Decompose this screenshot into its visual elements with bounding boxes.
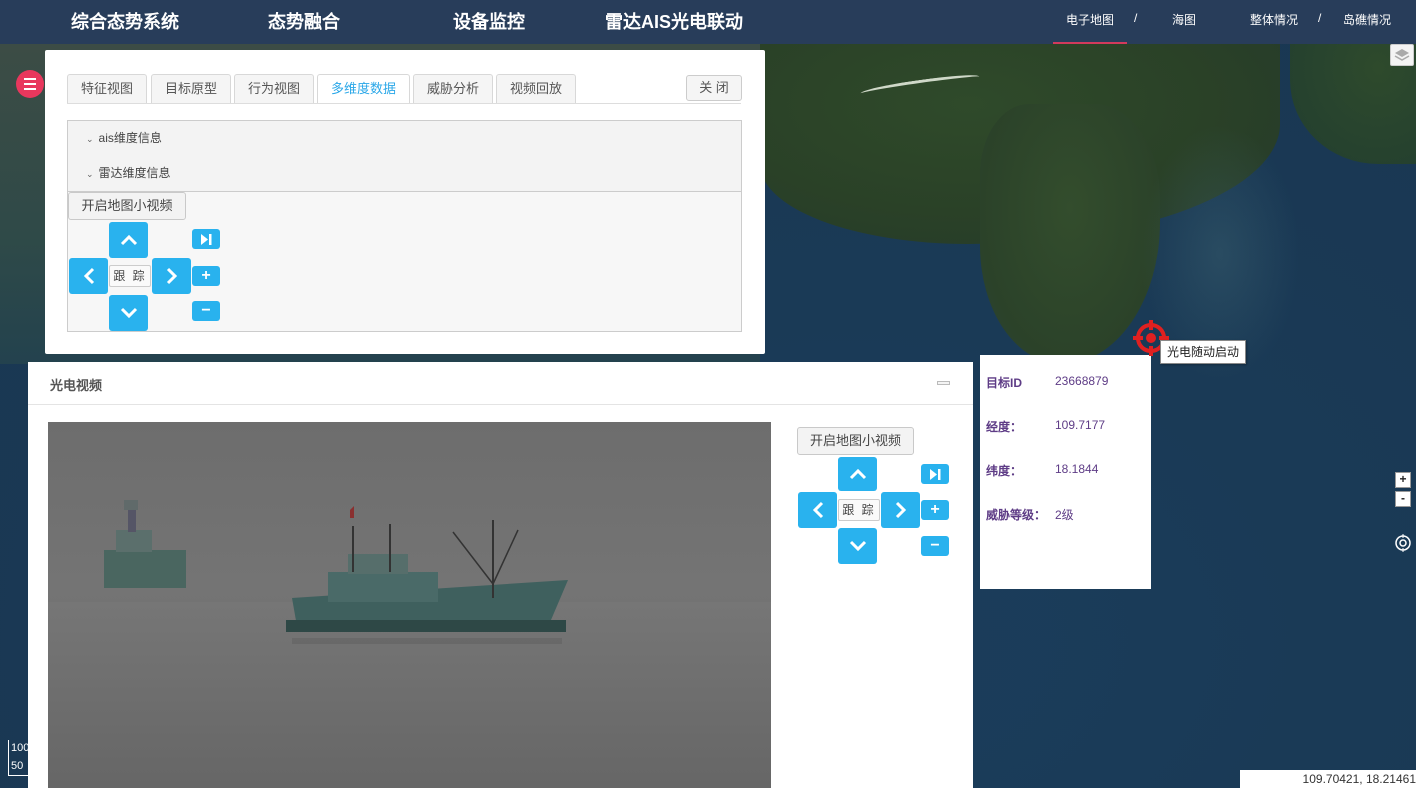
layers-icon[interactable] (1390, 44, 1414, 66)
fishing-boat (286, 506, 568, 632)
accordion-ais[interactable]: ⌄ ais维度信息 (68, 121, 741, 157)
target-tooltip: 光电随动启动 (1160, 340, 1247, 364)
dimension-accordion: ⌄ ais维度信息 ⌄ 雷达维度信息 开启地图小视频 跟 踪 + − (67, 120, 742, 332)
info-value: 18.1844 (1055, 462, 1099, 476)
step-forward-icon (930, 468, 941, 480)
detail-panel: 特征视图 目标原型 行为视图 多维度数据 威胁分析 视频回放 关 闭 ⌄ ais维… (45, 50, 765, 354)
arrow-up-icon (849, 468, 866, 480)
map-scale: 100 50 (8, 740, 30, 776)
target-info-card: 目标ID 23668879 经度： 109.7177 纬度： 18.1844 威… (980, 355, 1151, 589)
arrow-left-icon (83, 267, 94, 285)
arrow-right-icon (895, 501, 906, 519)
nav-item-fusion[interactable]: 态势融合 (268, 8, 340, 34)
map-link-electronic-map[interactable]: 电子地图 (1066, 11, 1114, 28)
tab-behavior-view[interactable]: 行为视图 (234, 74, 314, 104)
ptz-up-button[interactable] (109, 222, 148, 258)
arrow-up-icon (120, 234, 137, 246)
tab-divider (67, 103, 741, 104)
info-key: 目标ID (986, 376, 1023, 390)
track-button[interactable]: 跟 踪 (109, 265, 151, 287)
arrow-left-icon (812, 501, 823, 519)
scale-label-bottom: 50 (11, 760, 24, 772)
tab-multi-dimension[interactable]: 多维度数据 (317, 74, 410, 104)
ptz-up-button[interactable] (838, 457, 877, 491)
nav-item-radar-ais-linkage[interactable]: 雷达AIS光电联动 (605, 8, 743, 34)
open-map-small-video-button[interactable]: 开启地图小视频 (797, 427, 914, 455)
scale-label-top: 100 (11, 742, 30, 754)
info-key: 纬度： (986, 464, 1023, 478)
zoom-out-camera-button[interactable]: − (921, 536, 949, 556)
ptz-down-button[interactable] (109, 295, 148, 331)
accordion-ais-label: ais维度信息 (98, 131, 162, 145)
ptz-left-button[interactable] (69, 258, 108, 294)
video-panel-title: 光电视频 (50, 378, 103, 393)
electro-optical-video-panel: 光电视频 开启地图小视频 跟 踪 + − (28, 362, 973, 788)
arrow-right-icon (166, 267, 177, 285)
info-value: 2级 (1055, 508, 1074, 522)
accordion-radar[interactable]: ⌄ 雷达维度信息 (68, 156, 741, 192)
zoom-out-camera-button[interactable]: − (192, 301, 220, 321)
info-key: 威胁等级： (986, 508, 1047, 522)
close-button[interactable]: 关 闭 (686, 75, 742, 101)
step-forward-button[interactable] (192, 229, 220, 249)
compass-icon[interactable] (1394, 534, 1412, 552)
menu-icon[interactable] (16, 70, 44, 98)
tab-video-playback[interactable]: 视频回放 (496, 74, 576, 104)
nav-separator: / (1134, 11, 1138, 25)
ptz-down-button[interactable] (838, 528, 877, 564)
chevron-down-icon: ⌄ (86, 169, 94, 179)
video-scene (48, 500, 771, 788)
nav-separator: / (1318, 11, 1322, 25)
step-forward-icon (201, 233, 212, 245)
tab-threat-analysis[interactable]: 威胁分析 (413, 74, 493, 104)
map-zoom-out-button[interactable]: - (1395, 491, 1411, 507)
video-feed[interactable] (48, 422, 771, 788)
arrow-down-icon (849, 540, 866, 552)
tab-feature-view[interactable]: 特征视图 (67, 74, 147, 104)
info-value: 109.7177 (1055, 418, 1106, 432)
open-map-small-video-button[interactable]: 开启地图小视频 (68, 192, 186, 220)
map-zoom-in-button[interactable]: + (1395, 472, 1411, 488)
minimize-button[interactable] (937, 381, 950, 385)
track-button[interactable]: 跟 踪 (838, 499, 880, 521)
top-navigation: 综合态势系统 态势融合 设备监控 雷达AIS光电联动 电子地图 / 海图 整体情… (0, 0, 1416, 44)
coordinate-readout: 109.70421, 18.21461 (1240, 770, 1416, 788)
ptz-left-button[interactable] (798, 492, 837, 528)
nav-item-device-monitor[interactable]: 设备监控 (453, 8, 525, 34)
active-map-indicator (1053, 42, 1127, 44)
info-value: 23668879 (1055, 374, 1109, 388)
arrow-down-icon (120, 307, 137, 319)
map-link-islands[interactable]: 岛礁情况 (1343, 11, 1391, 28)
cargo-ship (104, 500, 186, 588)
zoom-in-camera-button[interactable]: + (921, 500, 949, 520)
tab-target-prototype[interactable]: 目标原型 (151, 74, 231, 104)
accordion-radar-label: 雷达维度信息 (98, 166, 171, 180)
ptz-right-button[interactable] (152, 258, 191, 294)
video-panel-header: 光电视频 (28, 362, 973, 405)
nav-item-overview[interactable]: 综合态势系统 (71, 8, 179, 34)
step-forward-button[interactable] (921, 464, 949, 484)
map-link-overall[interactable]: 整体情况 (1250, 11, 1298, 28)
info-key: 经度： (986, 420, 1023, 434)
chevron-down-icon: ⌄ (86, 134, 94, 144)
map-link-chart[interactable]: 海图 (1172, 11, 1196, 28)
ptz-right-button[interactable] (881, 492, 920, 528)
zoom-in-camera-button[interactable]: + (192, 266, 220, 286)
